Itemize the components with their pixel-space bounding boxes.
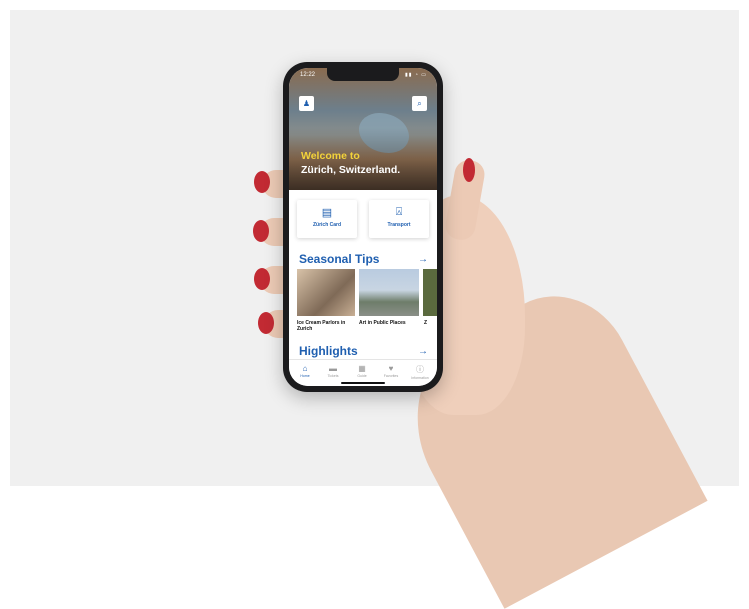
tab-home[interactable]: ⌂ Home bbox=[293, 364, 317, 378]
tip-label[interactable]: Z bbox=[424, 320, 436, 326]
public-art-image[interactable] bbox=[359, 269, 419, 316]
third-tip-image[interactable] bbox=[423, 269, 437, 316]
profile-button[interactable]: ♟ bbox=[299, 96, 314, 111]
nail bbox=[254, 171, 270, 193]
tab-label: Information bbox=[411, 376, 429, 380]
zurich-card-button[interactable]: ▤ Zürich Card bbox=[297, 200, 357, 238]
tab-label: Home bbox=[300, 374, 310, 378]
ticket-icon: ▬ bbox=[329, 364, 337, 373]
tram-icon: ⍓ bbox=[395, 206, 403, 218]
transport-button[interactable]: ⍓ Transport bbox=[369, 200, 429, 238]
app-screen: 12:22 ▮▮ ◔ ▭ ♟ ⌕ Welcome to Zürich, Swit… bbox=[289, 68, 437, 386]
info-icon: ⓘ bbox=[416, 365, 424, 374]
tab-information[interactable]: ⓘ Information bbox=[408, 364, 432, 380]
tab-favorites[interactable]: ♥ Favorites bbox=[379, 364, 403, 378]
home-icon: ⌂ bbox=[302, 364, 308, 373]
tab-label: Tickets bbox=[327, 374, 339, 378]
nail bbox=[463, 158, 475, 182]
status-indicators: ▮▮ ◔ ▭ bbox=[404, 72, 427, 78]
search-button[interactable]: ⌕ bbox=[412, 96, 427, 111]
tab-guide[interactable]: ▦ Guide bbox=[350, 364, 374, 378]
search-icon: ⌕ bbox=[417, 98, 422, 108]
home-indicator bbox=[341, 382, 385, 384]
quick-links: ▤ Zürich Card ⍓ Transport bbox=[297, 200, 431, 240]
highlights-arrow[interactable]: → bbox=[418, 346, 428, 357]
heart-icon: ♥ bbox=[388, 364, 394, 373]
map-icon: ▦ bbox=[358, 364, 366, 373]
person-icon: ♟ bbox=[302, 99, 311, 108]
tab-label: Guide bbox=[357, 374, 367, 378]
tab-label: Favorites bbox=[383, 374, 399, 378]
nail bbox=[258, 312, 274, 334]
status-time: 12:22 bbox=[300, 72, 316, 78]
tip-label[interactable]: Art in Public Places bbox=[359, 320, 419, 326]
highlights-title: Highlights bbox=[299, 344, 358, 358]
nail bbox=[253, 220, 269, 242]
ice-cream-image[interactable] bbox=[297, 269, 355, 316]
tip-label[interactable]: Ice Cream Parlors in Zurich bbox=[297, 320, 355, 332]
tab-tickets[interactable]: ▬ Tickets bbox=[321, 364, 345, 378]
ticket-icon: ▤ bbox=[321, 207, 333, 219]
seasonal-tips-arrow[interactable]: → bbox=[418, 254, 428, 265]
tab-bar: ⌂ Home ▬ Tickets ▦ Guide ♥ Favorites ⓘ I… bbox=[289, 359, 437, 386]
notch bbox=[327, 68, 399, 81]
welcome-line1: Welcome to bbox=[301, 150, 360, 162]
transport-label: Transport bbox=[387, 222, 411, 228]
phone: 12:22 ▮▮ ◔ ▭ ♟ ⌕ Welcome to Zürich, Swit… bbox=[283, 62, 443, 392]
zurich-card-label: Zürich Card bbox=[312, 222, 342, 228]
welcome-line2: Zürich, Switzerland. bbox=[301, 164, 401, 176]
seasonal-tips-title: Seasonal Tips bbox=[299, 252, 380, 266]
nail bbox=[254, 268, 270, 290]
